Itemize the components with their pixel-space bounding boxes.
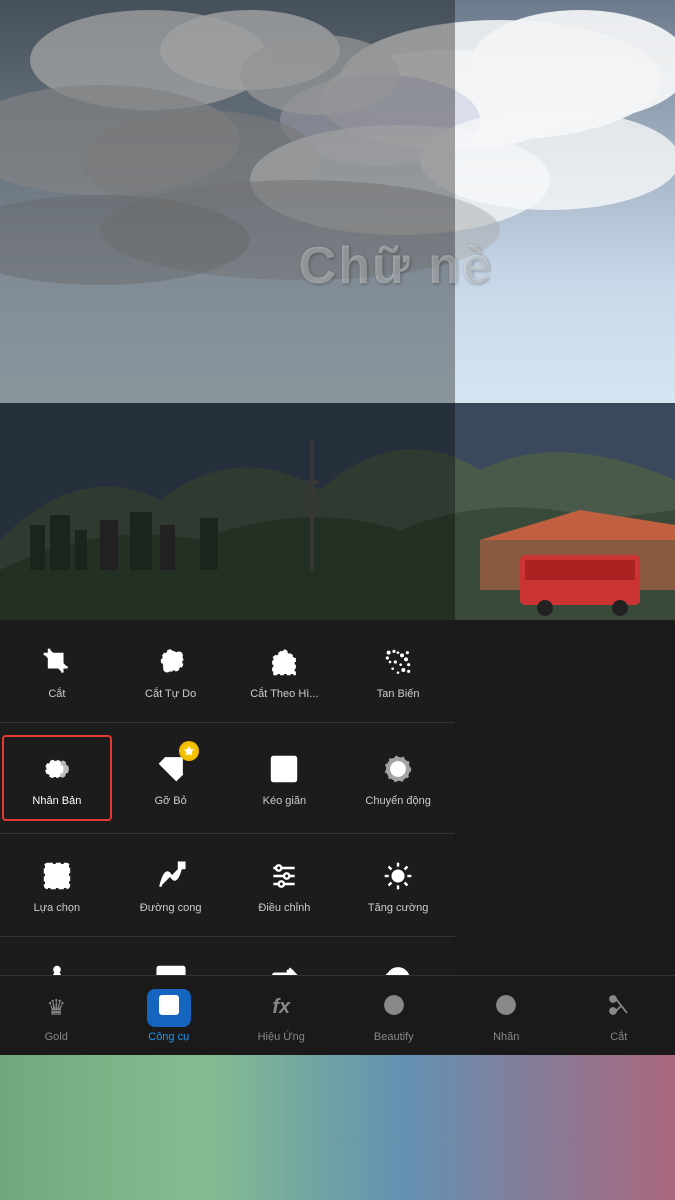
fx-icon: fx: [272, 996, 290, 1019]
face-icon: [382, 993, 406, 1023]
freecut-icon: [151, 642, 191, 682]
tool-duong-cong[interactable]: Đường cong: [114, 844, 228, 926]
nav-gold[interactable]: ♛ Gold: [0, 976, 113, 1055]
tool-tang-cuong-label: Tăng cường: [368, 902, 428, 914]
nav-nhan[interactable]: Nhãn: [450, 976, 563, 1055]
watermark-text: Chữ nè: [299, 236, 493, 296]
tool-duong-cong-label: Đường cong: [140, 902, 202, 914]
tool-cat-theo-hi[interactable]: Cắt Theo Hì...: [228, 630, 342, 712]
nav-beautify-label: Beautify: [374, 1031, 414, 1043]
tool-cat-tu-do-label: Cắt Tự Do: [145, 688, 196, 700]
crown-icon: ♛: [46, 995, 66, 1021]
tools-row-1: Cắt Cắt Tự Do Cắt Theo Hì...: [0, 620, 455, 722]
nav-hieu-ung-icon-wrap: fx: [259, 989, 303, 1027]
tool-nhan-ban-label: Nhân Bản: [32, 795, 81, 807]
tool-go-bo-label: Gỡ Bỏ: [154, 795, 186, 807]
tool-keo-gian[interactable]: Kéo giãn: [228, 733, 342, 823]
tool-lua-chon-label: Lựa chọn: [34, 902, 81, 914]
nav-hieu-ung-label: Hiệu Ứng: [258, 1031, 305, 1043]
nav-cat-label: Cắt: [610, 1031, 627, 1043]
tool-tan-bien[interactable]: Tan Biến: [341, 630, 455, 712]
tool-tang-cuong[interactable]: Tăng cường: [341, 844, 455, 926]
tool-go-bo[interactable]: Gỡ Bỏ: [114, 733, 228, 823]
tool-nhan-ban[interactable]: Nhân Bản: [2, 735, 112, 821]
nav-cong-cu-label: Công cụ: [148, 1031, 189, 1043]
nav-cat-icon-wrap: [597, 989, 641, 1027]
nav-beautify-icon-wrap: [372, 989, 416, 1027]
select-icon: [37, 856, 77, 896]
shapecut-icon: [264, 642, 304, 682]
tool-lua-chon[interactable]: Lựa chọn: [0, 844, 114, 926]
tool-chuyen-dong[interactable]: Chuyển động: [341, 733, 455, 823]
tool-tan-bien-label: Tan Biến: [377, 688, 420, 700]
dissolve-icon: [378, 642, 418, 682]
tools-row-3: Lựa chọn Đường cong: [0, 834, 455, 936]
adjust-icon: [264, 856, 304, 896]
photo-canvas: Chữ nè: [0, 0, 675, 620]
remove-icon: [151, 749, 191, 789]
nav-gold-label: Gold: [45, 1031, 68, 1043]
crop-icon: [37, 642, 77, 682]
enhance-icon: [378, 856, 418, 896]
tool-cat[interactable]: Cắt: [0, 630, 114, 712]
nav-beautify[interactable]: Beautify: [338, 976, 451, 1055]
nav-cong-cu-icon-wrap: [147, 989, 191, 1027]
motion-icon: [378, 749, 418, 789]
ad-content: [0, 1055, 675, 1200]
scissor-icon: [607, 993, 631, 1023]
nav-nhan-label: Nhãn: [493, 1031, 519, 1043]
bottom-navigation: ♛ Gold Công cụ fx Hiệu Ứng: [0, 975, 675, 1055]
tool-cat-label: Cắt: [48, 688, 65, 700]
ad-banner[interactable]: [0, 1055, 675, 1200]
nav-hieu-ung[interactable]: fx Hiệu Ứng: [225, 976, 338, 1055]
tools-icon: [157, 993, 181, 1023]
nav-cat[interactable]: Cắt: [563, 976, 675, 1055]
dark-overlay: [0, 0, 455, 620]
tool-cat-tu-do[interactable]: Cắt Tự Do: [114, 630, 228, 712]
nav-nhan-icon-wrap: [484, 989, 528, 1027]
gold-badge: [179, 741, 199, 761]
sticker-icon: [494, 993, 518, 1023]
stretch-icon: [264, 749, 304, 789]
tool-dieu-chinh[interactable]: Điều chỉnh: [228, 844, 342, 926]
nav-cong-cu[interactable]: Công cụ: [113, 976, 226, 1055]
curve-icon: [151, 856, 191, 896]
tool-chuyen-dong-label: Chuyển động: [365, 795, 430, 807]
nav-gold-icon-wrap: ♛: [34, 989, 78, 1027]
tool-keo-gian-label: Kéo giãn: [263, 795, 306, 807]
tools-row-2: Nhân Bản Gỡ Bỏ: [0, 723, 455, 833]
tool-dieu-chinh-label: Điều chỉnh: [258, 902, 310, 914]
clone-icon: [37, 749, 77, 789]
tool-cat-theo-hi-label: Cắt Theo Hì...: [250, 688, 318, 700]
